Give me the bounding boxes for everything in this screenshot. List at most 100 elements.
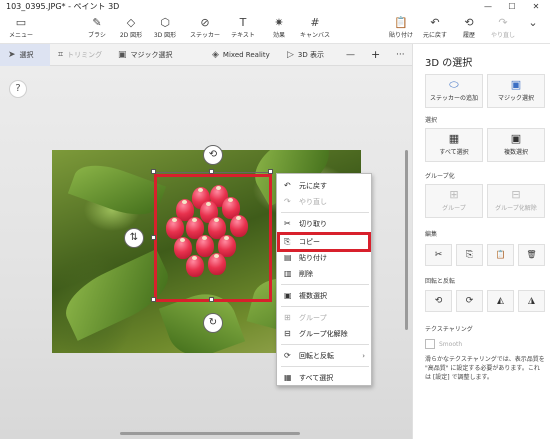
tool-3d-shape[interactable]: ⬡ 3D 図形	[148, 16, 182, 42]
chevron-right-icon: ›	[362, 352, 365, 360]
group-icon: ⊞	[449, 188, 459, 201]
redo-icon: ↷	[498, 16, 508, 29]
ctx-select-all[interactable]: ▦ すべて選択	[277, 370, 371, 386]
resize-handle[interactable]	[151, 169, 156, 174]
tool-canvas[interactable]: # キャンバス	[298, 16, 332, 42]
view-3d-button[interactable]: ▷ 3D 表示	[287, 44, 324, 66]
mixed-reality-icon: ◈	[212, 50, 219, 60]
view-3d-icon: ▷	[287, 50, 294, 60]
rotate-y-handle-icon[interactable]: ↻	[203, 313, 223, 333]
ctx-label: すべて選択	[299, 374, 334, 382]
ctx-multi-select[interactable]: ▣ 複数選択	[277, 288, 371, 304]
button-label: グループ	[442, 205, 466, 212]
text-icon: T	[239, 16, 247, 29]
flip-horizontal-icon[interactable]: ◭	[487, 290, 514, 312]
toolbar: ➤ 選択 ⌗ トリミング ▣ マジック選択 ◈ Mixed Reality ▷ 3D 表示…	[0, 44, 412, 66]
rotate-z-handle-icon[interactable]: ⟲	[203, 145, 223, 165]
magic-select-icon: ▣	[118, 50, 127, 60]
resize-handle[interactable]	[209, 297, 214, 302]
multi-select-button[interactable]: ▣ 複数選択	[487, 128, 545, 162]
ctx-label: 回転と反転	[299, 352, 334, 360]
tool-label: やり直し	[490, 32, 515, 39]
ctx-cut[interactable]: ✂ 切り取り	[277, 216, 371, 232]
tool-label: 貼り付け	[388, 32, 413, 39]
section-group: グループ化	[425, 173, 455, 180]
menu-button[interactable]: ▭ メニュー	[6, 16, 36, 42]
zoom-in-button[interactable]: +	[371, 44, 380, 66]
mixed-reality-button[interactable]: ◈ Mixed Reality	[212, 44, 270, 66]
ctx-group[interactable]: ⊞ グループ	[277, 310, 371, 326]
ctx-undo[interactable]: ↶ 元に戻す	[277, 178, 371, 194]
brush-icon: ✎	[92, 16, 102, 29]
group-button[interactable]: ⊞ グループ	[425, 184, 483, 218]
delete-icon[interactable]: 🗑	[518, 244, 545, 266]
ctx-paste[interactable]: ▤ 貼り付け	[277, 250, 371, 266]
rotate-left-icon[interactable]: ⟲	[425, 290, 452, 312]
ctx-delete[interactable]: ▥ 削除	[277, 266, 371, 282]
ungroup-icon: ⊟	[511, 188, 521, 201]
horizontal-scrollbar[interactable]	[120, 432, 300, 435]
more-options-button[interactable]: ···	[396, 44, 405, 66]
context-menu: ↶ 元に戻す ↷ やり直し ✂ 切り取り ⎘ コピー ▤ 貼り付け ▥ 削除 ▣ 複数選択 ⊞…	[276, 173, 372, 386]
multi-select-icon: ▣	[510, 132, 522, 145]
ctx-redo[interactable]: ↷ やり直し	[277, 194, 371, 210]
undo-button[interactable]: ↶ 元に戻す	[418, 16, 452, 42]
paste-icon[interactable]: 📋	[487, 244, 514, 266]
smooth-checkbox[interactable]	[425, 339, 435, 349]
tool-label: ブラシ	[88, 32, 106, 39]
smooth-label: Smooth	[439, 341, 463, 348]
window-title: 103_0395.JPG* - ペイント 3D	[0, 0, 550, 14]
redo-button[interactable]: ↷ やり直し	[486, 16, 520, 42]
select-tool[interactable]: ➤ 選択	[0, 44, 50, 66]
ctx-label: 元に戻す	[299, 182, 327, 190]
tool-text[interactable]: T テキスト	[226, 16, 260, 42]
resize-handle[interactable]	[151, 235, 156, 240]
undo-icon: ↶	[430, 16, 440, 29]
tool-2d-shape[interactable]: ◇ 2D 図形	[114, 16, 148, 42]
button-label: すべて選択	[439, 149, 469, 156]
zoom-out-button[interactable]: —	[346, 44, 355, 66]
close-button[interactable]: ✕	[524, 0, 548, 14]
flip-vertical-icon[interactable]: ◮	[518, 290, 545, 312]
help-button[interactable]: ?	[9, 80, 27, 98]
rotate-x-handle-icon[interactable]: ⇅	[124, 228, 144, 248]
tool-brush[interactable]: ✎ ブラシ	[80, 16, 114, 42]
history-button[interactable]: ⟲ 履歴	[452, 16, 486, 42]
button-label: 複数選択	[503, 149, 528, 156]
resize-handle[interactable]	[151, 297, 156, 302]
panel-title: 3D の選択	[425, 58, 473, 69]
paste-button[interactable]: 📋 貼り付け	[384, 16, 418, 42]
ctx-rotate-flip[interactable]: ⟳ 回転と反転 ›	[277, 348, 371, 364]
vertical-scrollbar[interactable]	[405, 150, 408, 330]
tool-effects[interactable]: ✷ 効果	[262, 16, 296, 42]
tool-label: 2D 図形	[119, 32, 143, 39]
more-button[interactable]: ⌄	[520, 16, 546, 42]
crop-tool[interactable]: ⌗ トリミング	[58, 44, 102, 66]
leaf	[67, 155, 167, 225]
minimize-button[interactable]: —	[476, 0, 500, 14]
section-edit: 編集	[425, 231, 438, 238]
resize-handle[interactable]	[268, 169, 273, 174]
copy-icon[interactable]: ⎘	[456, 244, 483, 266]
maximize-button[interactable]: ☐	[500, 0, 524, 14]
mixed-reality-label: Mixed Reality	[222, 51, 270, 59]
rotate-right-icon[interactable]: ⟳	[456, 290, 483, 312]
tool-label: 効果	[272, 32, 285, 39]
highlight-selection-box	[154, 174, 272, 302]
crop-icon: ⌗	[58, 50, 64, 60]
magic-select-tool[interactable]: ▣ マジック選択	[118, 44, 173, 66]
select-label: 選択	[19, 51, 34, 59]
tool-sticker[interactable]: ⊘ ステッカー	[188, 16, 222, 42]
button-label: グループ化解除	[495, 205, 537, 212]
ungroup-button[interactable]: ⊟ グループ化解除	[487, 184, 545, 218]
tool-label: 履歴	[462, 32, 475, 39]
magic-select-button[interactable]: ▣ マジック選択	[487, 74, 545, 108]
add-sticker-button[interactable]: ⬭ ステッカーの追加	[425, 74, 483, 108]
ctx-label: やり直し	[299, 198, 327, 206]
magic-select-icon: ▣	[510, 78, 522, 91]
ctx-ungroup[interactable]: ⊟ グループ化解除	[277, 326, 371, 342]
resize-handle[interactable]	[209, 169, 214, 174]
cut-icon[interactable]: ✂	[425, 244, 452, 266]
ctx-label: グループ	[299, 314, 327, 322]
select-all-button[interactable]: ▦ すべて選択	[425, 128, 483, 162]
